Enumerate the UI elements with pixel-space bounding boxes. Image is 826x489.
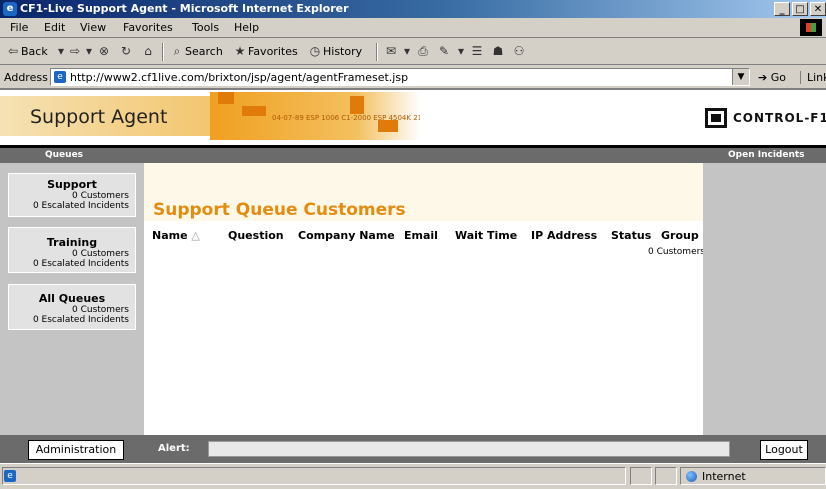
queue-customers: 0 Customers bbox=[72, 249, 129, 259]
windows-flag-icon bbox=[800, 19, 822, 36]
history-button[interactable]: History bbox=[323, 45, 362, 58]
address-url[interactable]: http://www2.cf1live.com/brixton/jsp/agen… bbox=[70, 71, 408, 84]
menu-tools[interactable]: Tools bbox=[192, 21, 219, 34]
stop-icon[interactable]: ⊗ bbox=[97, 44, 111, 58]
column-group[interactable]: Group bbox=[661, 229, 699, 242]
logout-button[interactable]: Logout bbox=[760, 440, 808, 460]
queue-customers: 0 Customers bbox=[72, 305, 129, 315]
alert-field[interactable] bbox=[208, 441, 730, 457]
ie-logo-icon: e bbox=[3, 2, 17, 16]
open-incidents-panel bbox=[703, 163, 826, 435]
column-name[interactable]: Name △ bbox=[152, 229, 200, 242]
refresh-icon[interactable]: ↻ bbox=[119, 44, 133, 58]
window-titlebar: e CF1-Live Support Agent - Microsoft Int… bbox=[0, 0, 826, 18]
maximize-icon[interactable]: □ bbox=[792, 2, 808, 16]
zone-label: Internet bbox=[702, 470, 746, 483]
queue-escalated: 0 Escalated Incidents bbox=[32, 259, 129, 269]
open-incidents-label[interactable]: Open Incidents bbox=[728, 150, 805, 160]
address-input[interactable]: e http://www2.cf1live.com/brixton/jsp/ag… bbox=[50, 68, 750, 86]
queue-name: All Queues bbox=[38, 292, 106, 305]
dropdown-arrow-icon[interactable]: ▾ bbox=[54, 44, 68, 58]
discuss-icon[interactable]: ☰ bbox=[470, 44, 484, 58]
minimize-icon[interactable]: _ bbox=[774, 2, 790, 16]
queue-customers: 0 Customers bbox=[72, 191, 129, 201]
window-controls: _ □ ✕ bbox=[774, 2, 826, 16]
header-banner: 04-07-89 ESP 1006 C1-2000 ESP 4504K 2160… bbox=[210, 92, 420, 140]
go-label: Go bbox=[770, 71, 786, 84]
queue-support[interactable]: Support 0 Customers 0 Escalated Incident… bbox=[8, 173, 136, 217]
print-icon[interactable]: ⎙ bbox=[416, 44, 430, 58]
queue-name: Training bbox=[46, 236, 98, 249]
mail-icon[interactable]: ✉ bbox=[384, 44, 398, 58]
column-company-name[interactable]: Company Name bbox=[298, 229, 395, 242]
back-arrow-icon[interactable]: ⇦ bbox=[6, 44, 20, 58]
main-panel: Support Queue Customers Name △ Question … bbox=[144, 163, 705, 435]
column-wait-time[interactable]: Wait Time bbox=[455, 229, 517, 242]
forward-arrow-icon[interactable]: ⇨ bbox=[68, 44, 82, 58]
alert-label: Alert: bbox=[158, 443, 190, 454]
menu-view[interactable]: View bbox=[80, 21, 106, 34]
customer-count: 0 Customers bbox=[648, 247, 705, 257]
home-icon[interactable]: ⌂ bbox=[141, 44, 155, 58]
messenger-icon[interactable]: ☗ bbox=[491, 44, 505, 58]
queues-label: Queues bbox=[45, 150, 84, 160]
queue-escalated: 0 Escalated Incidents bbox=[32, 201, 129, 211]
status-bar: e Internet bbox=[0, 463, 826, 489]
administration-button[interactable]: Administration bbox=[28, 440, 124, 460]
menu-favorites[interactable]: Favorites bbox=[123, 21, 173, 34]
internet-globe-icon bbox=[686, 471, 697, 482]
address-label: Address bbox=[4, 71, 48, 84]
logo-text: CONTROL-F1 bbox=[733, 111, 826, 125]
column-question[interactable]: Question bbox=[228, 229, 284, 242]
search-button[interactable]: Search bbox=[185, 45, 223, 58]
favorites-button[interactable]: Favorites bbox=[248, 45, 298, 58]
column-email[interactable]: Email bbox=[404, 229, 438, 242]
back-button[interactable]: Back bbox=[21, 45, 48, 58]
go-button[interactable]: ➔ Go bbox=[758, 71, 786, 84]
app-title: Support Agent bbox=[30, 106, 168, 128]
banner-text: 04-07-89 ESP 1006 C1-2000 ESP 4504K 2160… bbox=[272, 114, 420, 122]
queues-sidebar: Support 0 Customers 0 Escalated Incident… bbox=[0, 163, 144, 435]
address-bar: Address e http://www2.cf1live.com/brixto… bbox=[0, 66, 826, 88]
history-icon[interactable]: ◷ bbox=[308, 44, 322, 58]
menu-edit[interactable]: Edit bbox=[44, 21, 65, 34]
search-icon[interactable]: ⌕ bbox=[170, 44, 184, 58]
status-pane bbox=[655, 467, 677, 485]
column-status[interactable]: Status bbox=[611, 229, 651, 242]
dropdown-arrow-icon[interactable]: ▾ bbox=[454, 44, 468, 58]
window-title: CF1-Live Support Agent - Microsoft Inter… bbox=[20, 2, 349, 15]
status-pane bbox=[630, 467, 652, 485]
column-ip-address[interactable]: IP Address bbox=[531, 229, 597, 242]
status-text-pane bbox=[2, 467, 626, 485]
dropdown-arrow-icon[interactable]: ▾ bbox=[82, 44, 96, 58]
page-icon: e bbox=[54, 71, 66, 83]
menu-help[interactable]: Help bbox=[234, 21, 259, 34]
edit-icon[interactable]: ✎ bbox=[437, 44, 451, 58]
queue-name: Support bbox=[47, 178, 97, 191]
browser-toolbar: ⇦ Back ▾ ⇨ ▾ ⊗ ↻ ⌂ ⌕ Search ★ Favorites … bbox=[0, 39, 826, 65]
toolbar-separator bbox=[162, 43, 164, 61]
nav-strip: Queues Open Incidents bbox=[0, 145, 826, 163]
queue-all[interactable]: All Queues 0 Customers 0 Escalated Incid… bbox=[8, 284, 136, 330]
queue-training[interactable]: Training 0 Customers 0 Escalated Inciden… bbox=[8, 227, 136, 273]
menubar: File Edit View Favorites Tools Help bbox=[0, 18, 826, 38]
address-dropdown-icon[interactable]: ▼ bbox=[732, 69, 749, 85]
column-label: Name bbox=[152, 229, 188, 242]
bottom-bar: Administration Alert: Logout bbox=[0, 435, 826, 463]
dropdown-arrow-icon[interactable]: ▾ bbox=[400, 44, 414, 58]
queue-escalated: 0 Escalated Incidents bbox=[32, 315, 129, 325]
menu-file[interactable]: File bbox=[10, 21, 28, 34]
links-button[interactable]: Links bbox=[800, 71, 826, 84]
close-icon[interactable]: ✕ bbox=[810, 2, 826, 16]
sort-indicator-icon: △ bbox=[191, 229, 200, 242]
toolbar-separator bbox=[376, 43, 378, 61]
contacts-icon[interactable]: ⚇ bbox=[512, 44, 526, 58]
app-header: Support Agent 04-07-89 ESP 1006 C1-2000 … bbox=[0, 88, 826, 145]
page-title: Support Queue Customers bbox=[153, 200, 406, 220]
favorites-icon[interactable]: ★ bbox=[233, 44, 247, 58]
control-f1-logo-icon bbox=[705, 108, 727, 128]
